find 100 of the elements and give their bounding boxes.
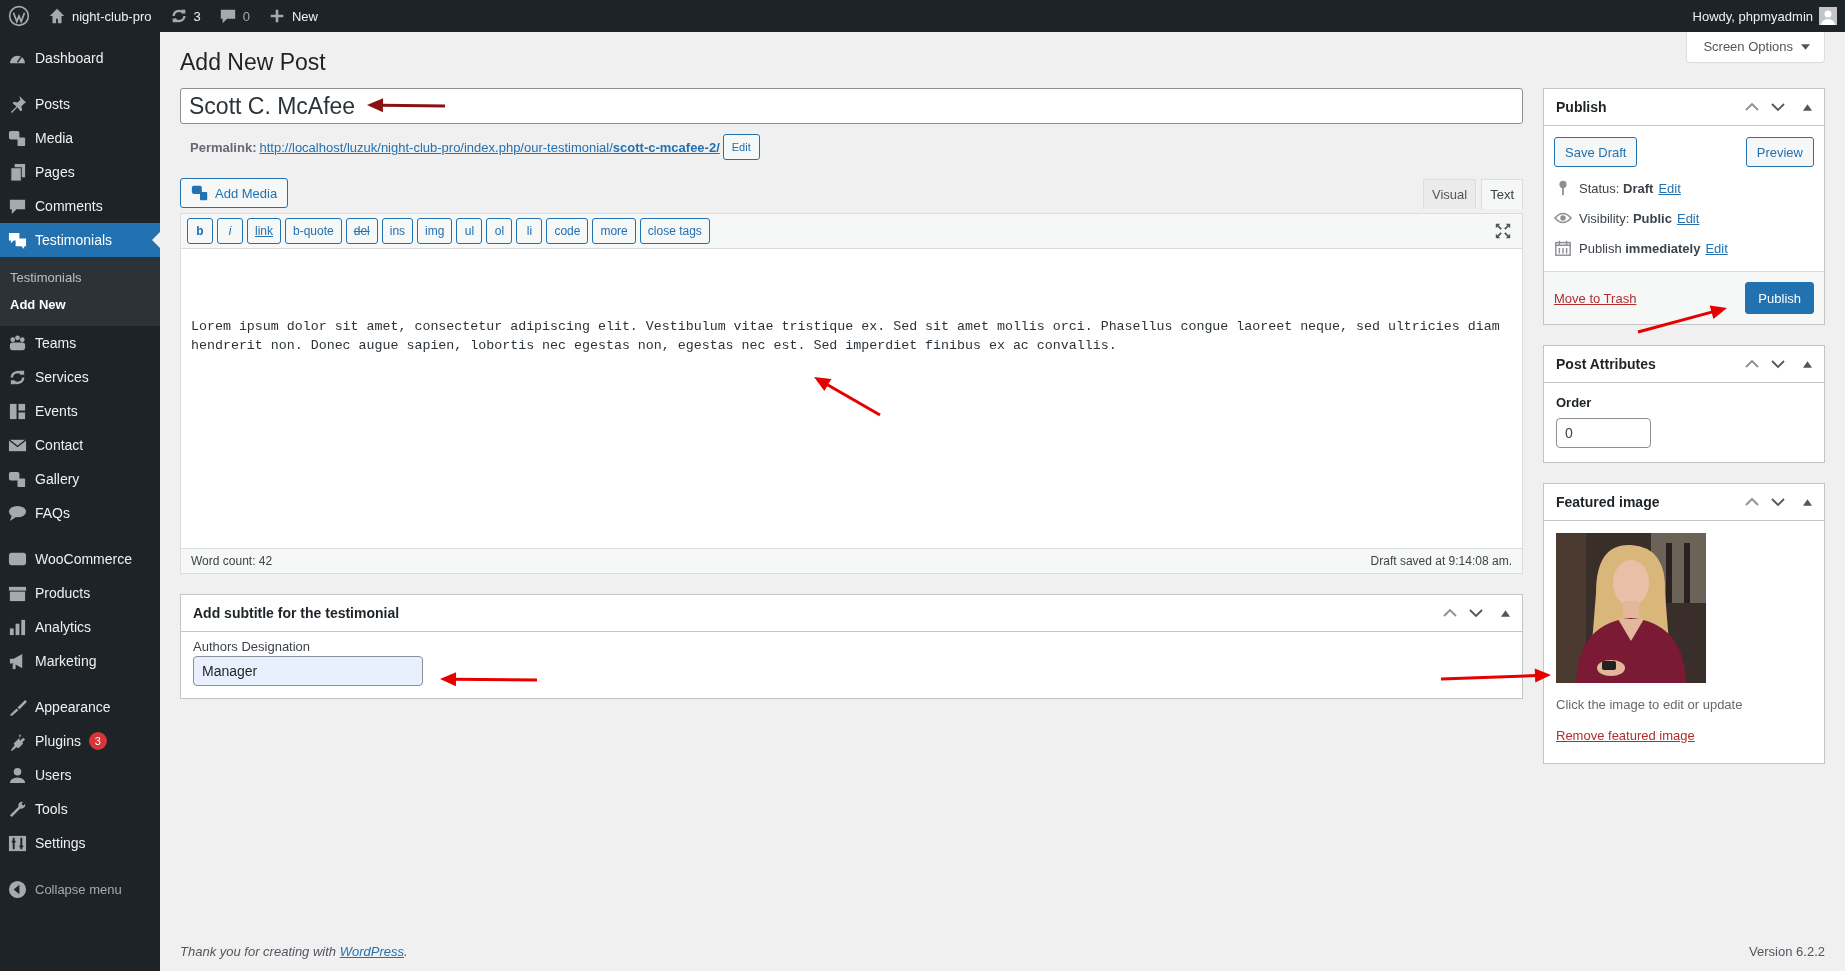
chevron-down-icon[interactable] bbox=[1771, 102, 1785, 112]
screen-options-button[interactable]: Screen Options bbox=[1686, 32, 1825, 63]
order-field[interactable]: 0 bbox=[1556, 418, 1651, 448]
edit-link[interactable]: Edit bbox=[1658, 180, 1681, 196]
bar-chart-icon bbox=[8, 617, 27, 637]
calendar-icon bbox=[1554, 239, 1572, 257]
designation-field[interactable]: Manager bbox=[193, 656, 423, 686]
home-icon bbox=[48, 7, 66, 25]
panel-title: Post Attributes bbox=[1556, 356, 1656, 372]
wrench-icon bbox=[8, 799, 27, 819]
plug-icon bbox=[8, 731, 27, 751]
quicktag-button[interactable]: b-quote bbox=[285, 218, 342, 244]
menu-item[interactable]: Dashboard bbox=[0, 41, 160, 75]
speech-bubble-icon bbox=[218, 7, 237, 25]
quicktag-button[interactable]: img bbox=[417, 218, 453, 244]
menu-item[interactable]: Testimonials bbox=[0, 223, 160, 257]
menu-item[interactable]: Tools bbox=[0, 792, 160, 826]
updates-link[interactable]: 3 bbox=[169, 7, 201, 25]
menu-item[interactable]: Media bbox=[0, 121, 160, 155]
camera-icon bbox=[8, 469, 27, 489]
chevron-up-icon[interactable] bbox=[1443, 608, 1457, 618]
menu-item[interactable]: Services bbox=[0, 360, 160, 394]
menu-item[interactable]: Settings bbox=[0, 826, 160, 860]
menu-item[interactable]: FAQs bbox=[0, 496, 160, 530]
permalink-link[interactable]: http://localhost/luzuk/night-club-pro/index.php/our-testimonial/scott-c-mcafee-2/ bbox=[259, 139, 720, 155]
menu-item[interactable]: Posts bbox=[0, 87, 160, 121]
edit-permalink-button[interactable]: Edit bbox=[722, 134, 760, 160]
chevron-up-icon[interactable] bbox=[1745, 359, 1759, 369]
caret-icon bbox=[1801, 43, 1810, 50]
preview-button[interactable]: Preview bbox=[1745, 137, 1814, 167]
quicktag-button[interactable]: code bbox=[546, 218, 589, 244]
wordpress-link[interactable]: WordPress bbox=[339, 944, 404, 959]
quicktag-button[interactable]: close tags bbox=[639, 218, 710, 244]
editor-tab[interactable]: Text bbox=[1481, 179, 1523, 209]
menu-item[interactable]: WooCommerce bbox=[0, 542, 160, 576]
menu-item[interactable]: Users bbox=[0, 758, 160, 792]
menu-item[interactable]: Contact bbox=[0, 428, 160, 462]
menu-item[interactable]: Products bbox=[0, 576, 160, 610]
chevron-down-icon[interactable] bbox=[1771, 359, 1785, 369]
submenu-item[interactable]: Add New bbox=[0, 291, 160, 318]
pin-icon bbox=[8, 94, 27, 114]
publish-setting: Visibility: Public bbox=[1579, 210, 1672, 226]
draft-status: Draft saved at 9:14:08 am. bbox=[1370, 554, 1512, 568]
add-media-button[interactable]: Add Media bbox=[180, 178, 289, 208]
user-icon bbox=[8, 765, 27, 785]
account-link[interactable]: Howdy, phpmyadmin bbox=[1692, 8, 1813, 24]
version-text: Version 6.2.2 bbox=[1749, 944, 1825, 959]
quicktag-button[interactable]: i bbox=[217, 218, 243, 244]
quicktag-button[interactable]: link bbox=[247, 218, 281, 244]
chevron-up-icon[interactable] bbox=[1745, 497, 1759, 507]
menu-item[interactable]: Events bbox=[0, 394, 160, 428]
quicktag-button[interactable]: ol bbox=[486, 218, 513, 244]
edit-link[interactable]: Edit bbox=[1676, 210, 1700, 226]
quicktag-button[interactable]: ul bbox=[456, 218, 483, 244]
chat-bubbles-icon bbox=[8, 230, 27, 250]
people-icon bbox=[8, 333, 27, 353]
quicktag-button[interactable]: b bbox=[187, 218, 213, 244]
menu-item[interactable]: Teams bbox=[0, 326, 160, 360]
comments-link[interactable]: 0 bbox=[218, 7, 250, 25]
publish-setting: Status: Draft bbox=[1579, 180, 1654, 196]
footer-credit: Thank you for creating with WordPress. bbox=[180, 944, 408, 959]
chevron-down-icon[interactable] bbox=[1469, 608, 1483, 618]
site-link[interactable]: night-club-pro bbox=[48, 7, 152, 25]
menu-item[interactable]: Appearance bbox=[0, 690, 160, 724]
move-to-trash-link[interactable]: Move to Trash bbox=[1554, 290, 1637, 306]
quicktag-button[interactable]: more bbox=[592, 218, 636, 244]
brush-icon bbox=[8, 697, 27, 717]
chevron-down-icon[interactable] bbox=[1771, 497, 1785, 507]
remove-image-link[interactable]: Remove featured image bbox=[1556, 728, 1695, 743]
triangle-icon[interactable] bbox=[1803, 498, 1812, 506]
panel-title: Publish bbox=[1556, 99, 1607, 115]
chevron-up-icon[interactable] bbox=[1745, 102, 1759, 112]
camera-icon bbox=[191, 184, 209, 202]
triangle-icon[interactable] bbox=[1803, 103, 1812, 111]
new-link[interactable]: New bbox=[267, 7, 318, 25]
menu-item[interactable]: Comments bbox=[0, 189, 160, 223]
publish-button[interactable]: Publish bbox=[1745, 282, 1814, 314]
submenu-item[interactable]: Testimonials bbox=[0, 264, 160, 291]
menu-item[interactable]: Pages bbox=[0, 155, 160, 189]
logo-icon[interactable] bbox=[8, 5, 30, 27]
quicktag-button[interactable]: li bbox=[516, 218, 543, 244]
menu-item[interactable]: Gallery bbox=[0, 462, 160, 496]
menu-item[interactable]: Plugins 3 bbox=[0, 724, 160, 758]
camera-icon bbox=[8, 128, 27, 148]
collapse-menu-button[interactable]: Collapse menu bbox=[0, 872, 160, 906]
quicktag-button[interactable]: ins bbox=[381, 218, 414, 244]
word-count: Word count: 42 bbox=[191, 554, 273, 568]
triangle-icon[interactable] bbox=[1501, 609, 1510, 617]
grid-icon bbox=[8, 401, 27, 421]
save-draft-button[interactable]: Save Draft bbox=[1554, 137, 1638, 167]
triangle-icon[interactable] bbox=[1803, 360, 1812, 368]
chat-icon bbox=[8, 503, 27, 523]
menu-item[interactable]: Marketing bbox=[0, 644, 160, 678]
edit-link[interactable]: Edit bbox=[1705, 240, 1728, 256]
editor-tab[interactable]: Visual bbox=[1422, 179, 1477, 209]
title-field[interactable]: Scott C. McAfee bbox=[180, 88, 1523, 124]
fullscreen-icon[interactable] bbox=[1494, 222, 1512, 240]
annotation-arrow bbox=[814, 377, 881, 417]
quicktag-button[interactable]: del bbox=[345, 218, 378, 244]
menu-item[interactable]: Analytics bbox=[0, 610, 160, 644]
